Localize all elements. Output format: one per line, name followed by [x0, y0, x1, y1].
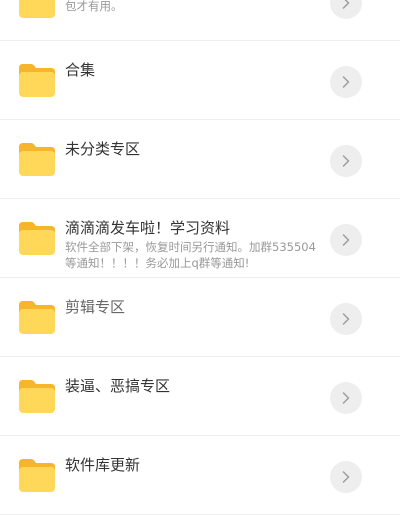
folder-icon [19, 458, 55, 492]
folder-row[interactable]: 剪辑专区 [0, 278, 400, 357]
folder-icon [19, 0, 55, 18]
folder-row[interactable]: 使用说明:必须要把原版QQ卸载，然后在安装美化包才有用。 [0, 0, 400, 41]
folder-icon [19, 379, 55, 413]
folder-text: 使用说明:必须要把原版QQ卸载，然后在安装美化包才有用。 [65, 0, 325, 14]
folder-title: 剪辑专区 [65, 298, 126, 316]
folder-row[interactable]: 未分类专区 [0, 120, 400, 199]
folder-description: 软件全部下架，恢复时间另行通知。加群535504等通知！！！！务必加上q群等通知… [65, 240, 316, 270]
folder-list: 使用说明:必须要把原版QQ卸载，然后在安装美化包才有用。 合集 [0, 0, 400, 515]
open-folder-button[interactable] [330, 303, 362, 335]
folder-text: 装逼、恶搞专区 [65, 376, 325, 397]
folder-icon [19, 63, 55, 97]
folder-text: 滴滴滴发车啦！学习资料 软件全部下架，恢复时间另行通知。加群535504等通知！… [65, 218, 325, 271]
folder-row[interactable]: 滴滴滴发车啦！学习资料 软件全部下架，恢复时间另行通知。加群535504等通知！… [0, 199, 400, 278]
open-folder-button[interactable] [330, 145, 362, 177]
folder-title: 装逼、恶搞专区 [65, 377, 171, 395]
folder-row[interactable]: 合集 [0, 41, 400, 120]
folder-text: 剪辑专区 [65, 297, 325, 318]
folder-icon [19, 142, 55, 176]
open-folder-button[interactable] [330, 66, 362, 98]
folder-text: 软件库更新 [65, 455, 325, 476]
folder-title: 未分类专区 [65, 140, 141, 158]
folder-description: 使用说明:必须要把原版QQ卸载，然后在安装美化包才有用。 [65, 0, 123, 13]
open-folder-button[interactable] [330, 224, 362, 256]
folder-row[interactable]: 软件库更新 [0, 436, 400, 515]
folder-text: 未分类专区 [65, 139, 325, 160]
chevron-right-icon [342, 313, 350, 325]
folder-title: 滴滴滴发车啦！学习资料 [65, 219, 231, 237]
chevron-right-icon [342, 76, 350, 88]
open-folder-button[interactable] [330, 382, 362, 414]
chevron-right-icon [342, 155, 350, 167]
folder-icon [19, 221, 55, 255]
chevron-right-icon [342, 392, 350, 404]
folder-icon [19, 300, 55, 334]
chevron-right-icon [342, 0, 350, 9]
folder-row[interactable]: 装逼、恶搞专区 [0, 357, 400, 436]
folder-text: 合集 [65, 60, 325, 81]
chevron-right-icon [342, 234, 350, 246]
folder-title: 软件库更新 [65, 456, 141, 474]
chevron-right-icon [342, 471, 350, 483]
folder-title: 合集 [65, 61, 96, 79]
open-folder-button[interactable] [330, 461, 362, 493]
open-folder-button[interactable] [330, 0, 362, 19]
